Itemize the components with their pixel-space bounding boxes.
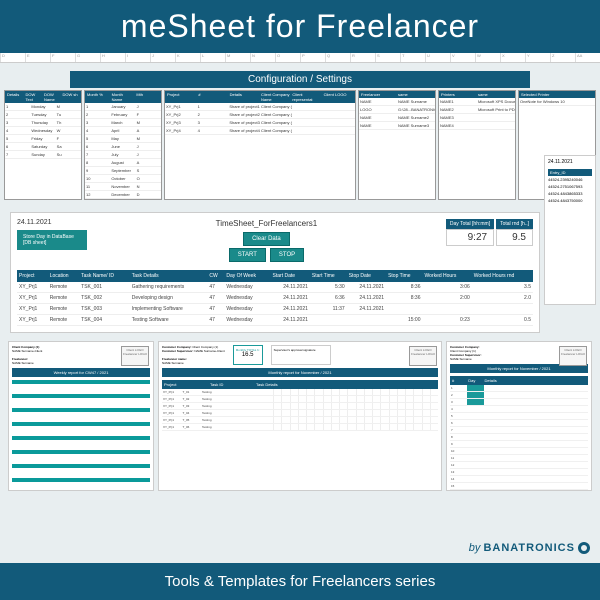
- day-total-value: 9:27: [446, 229, 494, 246]
- store-button[interactable]: Store Day in DataBase [DB sheet]: [17, 230, 87, 250]
- table-row[interactable]: XY_Prj1RemoteTSK_004Testing Software47We…: [17, 315, 533, 326]
- total-rnd-label: Total rnd [h..]: [496, 219, 533, 229]
- config-panel: PrinterssameNAME1Microsoft XPS Document …: [438, 90, 516, 200]
- clear-button[interactable]: Clear Data: [243, 232, 290, 246]
- spreadsheet-ruler: DEFGHIJKLMNOPQRSTUVWXYZAA: [0, 53, 600, 63]
- config-title-bar: Configuration / Settings: [70, 71, 530, 88]
- brand-credit: by BANATRONICS: [469, 542, 590, 554]
- footer-band: Tools & Templates for Freelancers series: [0, 563, 600, 600]
- table-row[interactable]: XY_Prj1RemoteTSK_003Implementing Softwar…: [17, 304, 533, 315]
- side-date: 24.11.2021: [548, 159, 592, 165]
- config-panel: Month %Month NameMth1JanuaryJ2FebruaryF3…: [84, 90, 162, 200]
- sheet-date: 24.11.2021: [17, 219, 87, 226]
- table-row[interactable]: XY_Prj1RemoteTSK_002Developing design47W…: [17, 293, 533, 304]
- config-panel: FreelancersameNAMENAME SurnameLOGOG:\28.…: [358, 90, 436, 200]
- entry-id-header: Entry_ID: [548, 169, 592, 176]
- weekly-report-thumb: Client LOGOFreelancer LOGO Client Compan…: [8, 341, 154, 491]
- timesheet-main: 24.11.2021 Store Day in DataBase [DB she…: [10, 212, 540, 333]
- entry-side-panel: 24.11.2021 Entry_ID 44524.23952400464452…: [544, 155, 596, 305]
- total-rnd-value: 9.5: [496, 229, 533, 246]
- config-panel: Project#DetailsClient Company NameClient…: [164, 90, 356, 200]
- config-panels: DetailsDOW TextDOW NameDOW sh1MondayM2Tu…: [0, 90, 600, 200]
- start-button[interactable]: START: [229, 248, 266, 262]
- stop-button[interactable]: STOP: [270, 248, 304, 262]
- config-panel: DetailsDOW TextDOW NameDOW sh1MondayM2Tu…: [4, 90, 82, 200]
- table-row[interactable]: XY_Prj1RemoteTSK_001Gathering requiremen…: [17, 282, 533, 293]
- timesheet-table: ProjectLocationTask Name/ IDTask Details…: [17, 270, 533, 326]
- sheet-title: TimeSheet_ForFreelancers1: [87, 219, 446, 228]
- page-title: meSheet for Freelancer: [121, 8, 479, 44]
- footer-text: Tools & Templates for Freelancers series: [165, 573, 436, 590]
- monthly-detail-thumb: Client LOGOFreelancer LOGO Customer Comp…: [446, 341, 592, 491]
- monthly-report-thumb: Client LOGOFreelancer LOGO Customer Comp…: [158, 341, 442, 491]
- day-total-label: Day Total [hh:mm]: [446, 219, 494, 229]
- report-thumbnails: Client LOGOFreelancer LOGO Client Compan…: [0, 341, 600, 491]
- gear-icon: [578, 542, 590, 554]
- page-title-band: meSheet for Freelancer: [0, 0, 600, 53]
